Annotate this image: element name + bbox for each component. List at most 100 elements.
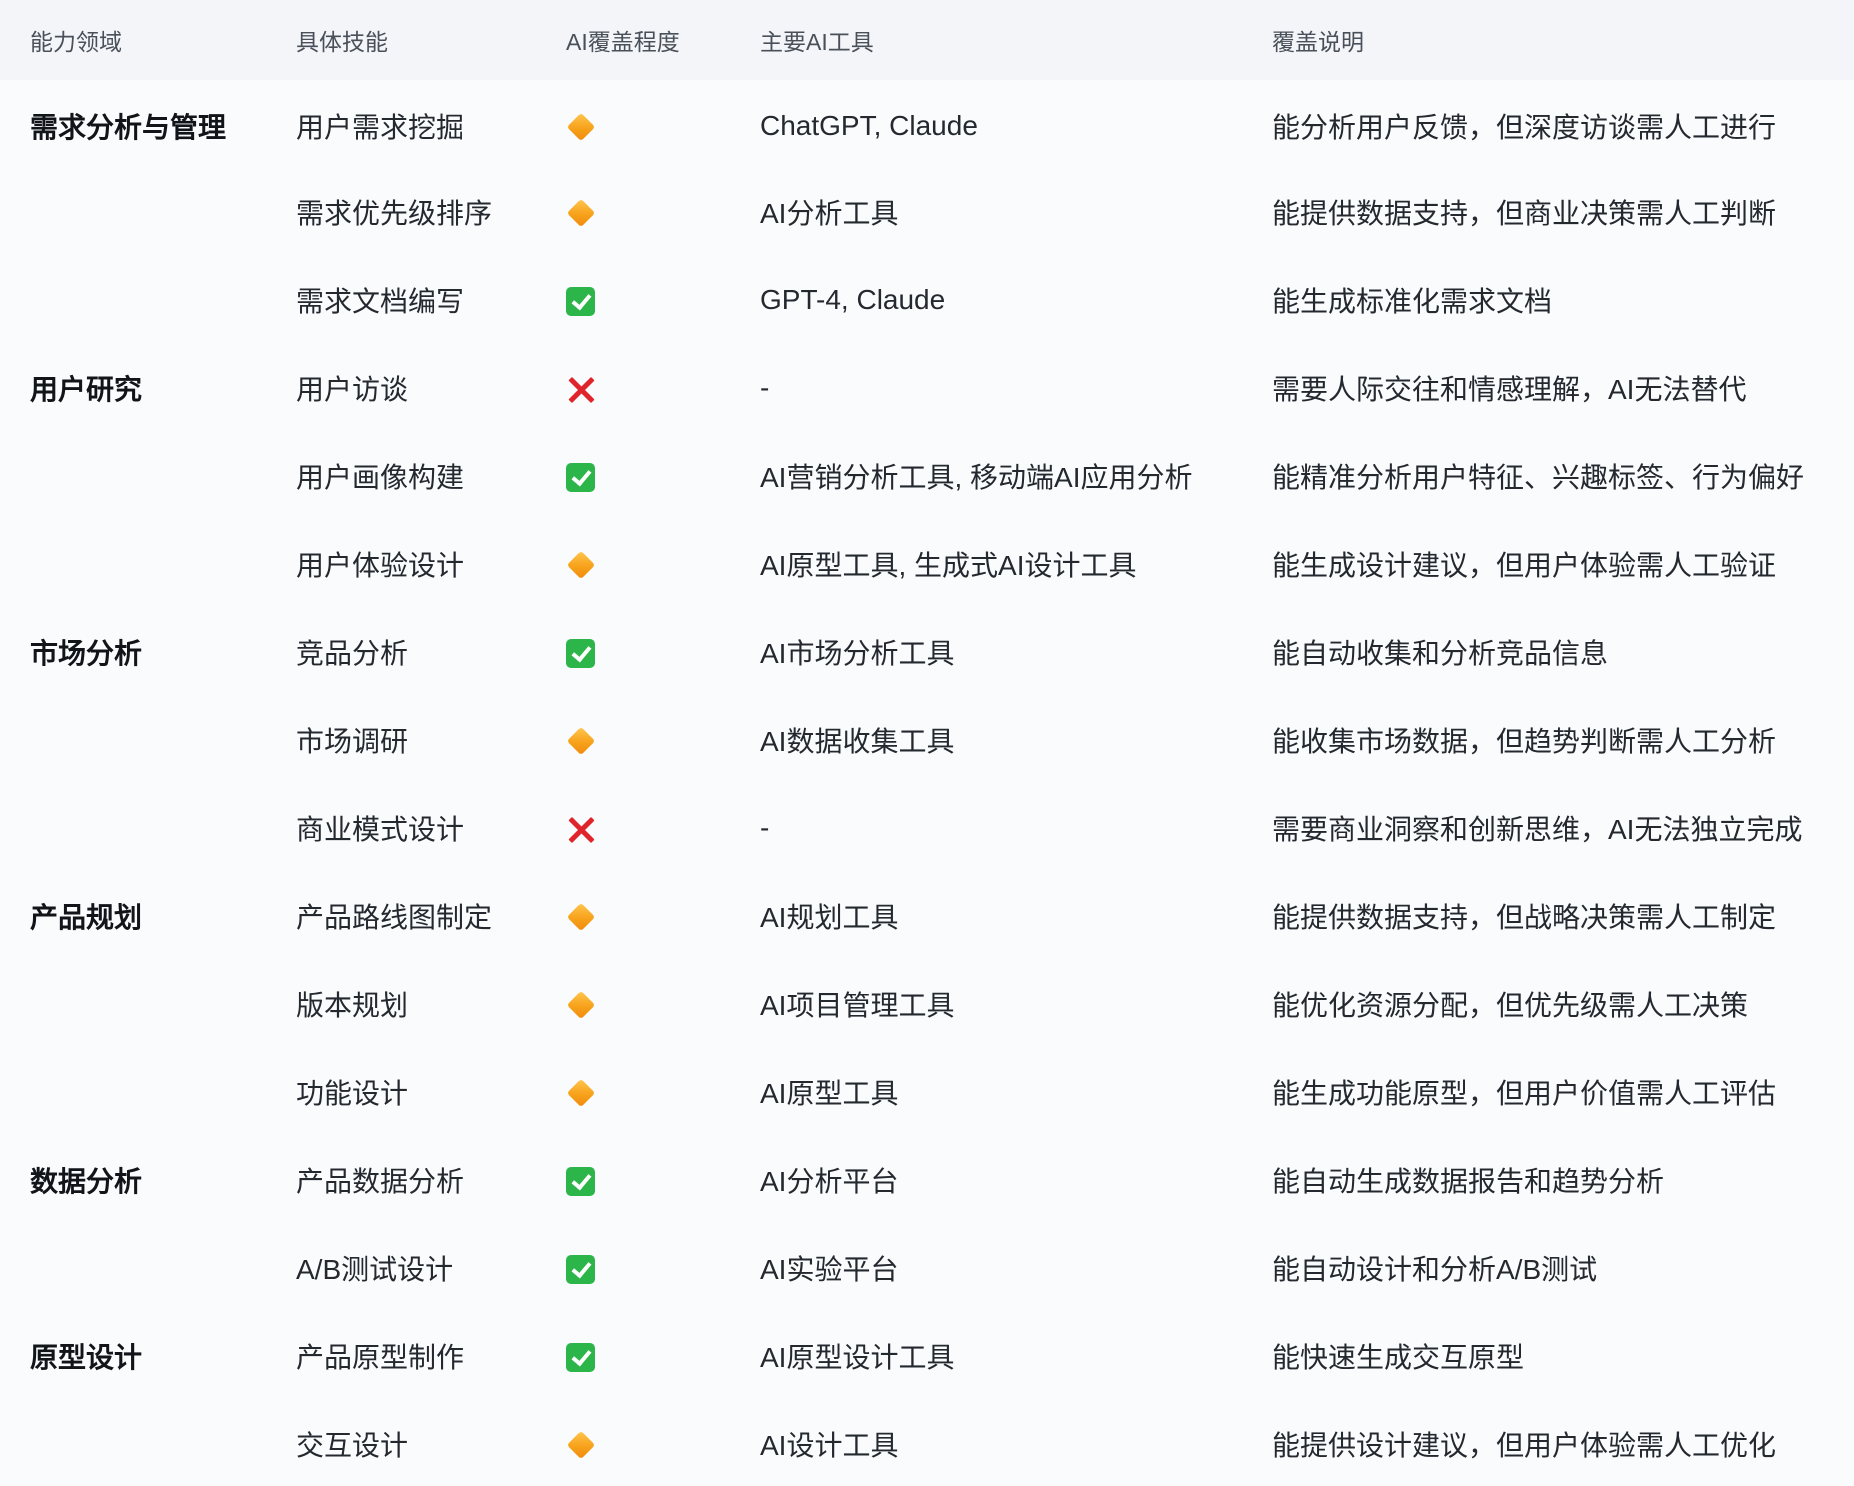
cell-tools: AI市场分析工具: [760, 638, 955, 669]
table-row: 用户研究 用户访谈 - 需要人际交往和情感理解，AI无法替代: [0, 344, 1854, 432]
cell-note: 能精准分析用户特征、兴趣标签、行为偏好: [1272, 462, 1805, 493]
cell-note: 能提供数据支持，但商业决策需人工判断: [1272, 198, 1777, 229]
cell-skill: 需求文档编写: [296, 286, 465, 317]
table-row: 市场分析 竞品分析 AI市场分析工具 能自动收集和分析竞品信息: [0, 608, 1854, 696]
cell-area: [0, 432, 296, 520]
cell-tools: AI规划工具: [760, 902, 899, 933]
cell-tools: AI营销分析工具, 移动端AI应用分析: [760, 462, 1193, 493]
cell-tools: AI项目管理工具: [760, 990, 955, 1021]
cell-area: 市场分析: [30, 638, 143, 669]
cell-tools: AI原型工具: [760, 1078, 899, 1109]
orange-diamond-icon: [566, 198, 596, 228]
cell-area: 用户研究: [30, 374, 143, 405]
cell-coverage: [564, 520, 760, 608]
orange-diamond-icon: [566, 550, 596, 580]
cell-coverage: [564, 256, 760, 344]
cell-tools: AI数据收集工具: [760, 726, 955, 757]
cell-area: [0, 1400, 296, 1486]
cell-note: 需要人际交往和情感理解，AI无法替代: [1272, 374, 1747, 405]
table-row: A/B测试设计 AI实验平台 能自动设计和分析A/B测试: [0, 1224, 1854, 1312]
cell-coverage: [564, 344, 760, 432]
cell-note: 能生成功能原型，但用户价值需人工评估: [1272, 1078, 1777, 1109]
cell-tools: ChatGPT, Claude: [760, 110, 978, 141]
orange-diamond-icon: [566, 112, 596, 142]
cell-coverage: [564, 168, 760, 256]
cell-coverage: [564, 1312, 760, 1400]
cell-skill: 市场调研: [296, 726, 409, 757]
green-check-icon: [566, 639, 595, 669]
orange-diamond-icon: [566, 1430, 596, 1460]
cell-area: 数据分析: [30, 1166, 143, 1197]
cell-coverage: [564, 784, 760, 872]
cell-coverage: [564, 432, 760, 520]
cell-note: 能自动生成数据报告和趋势分析: [1272, 1166, 1665, 1197]
header-area: 能力领域: [30, 29, 122, 55]
cell-area: 需求分析与管理: [30, 112, 227, 143]
cell-skill: 功能设计: [296, 1078, 409, 1109]
cell-area: [0, 696, 296, 784]
cell-note: 能提供数据支持，但战略决策需人工制定: [1272, 902, 1777, 933]
cell-coverage: [564, 696, 760, 784]
table-row: 交互设计 AI设计工具 能提供设计建议，但用户体验需人工优化: [0, 1400, 1854, 1486]
cell-skill: 用户体验设计: [296, 550, 465, 581]
cell-tools: AI分析工具: [760, 198, 899, 229]
green-check-icon: [566, 1343, 595, 1373]
cell-note: 能收集市场数据，但趋势判断需人工分析: [1272, 726, 1777, 757]
cell-skill: 用户画像构建: [296, 462, 465, 493]
table-row: 用户体验设计 AI原型工具, 生成式AI设计工具 能生成设计建议，但用户体验需人工验…: [0, 520, 1854, 608]
cell-area: [0, 784, 296, 872]
table-row: 产品规划 产品路线图制定 AI规划工具 能提供数据支持，但战略决策需人工制定: [0, 872, 1854, 960]
table-row: 版本规划 AI项目管理工具 能优化资源分配，但优先级需人工决策: [0, 960, 1854, 1048]
cell-tools: AI原型设计工具: [760, 1342, 955, 1373]
cell-skill: 需求优先级排序: [296, 198, 493, 229]
orange-diamond-icon: [566, 990, 596, 1020]
table-row: 数据分析 产品数据分析 AI分析平台 能自动生成数据报告和趋势分析: [0, 1136, 1854, 1224]
table-row: 需求优先级排序 AI分析工具 能提供数据支持，但商业决策需人工判断: [0, 168, 1854, 256]
cell-coverage: [564, 80, 760, 168]
cell-note: 能优化资源分配，但优先级需人工决策: [1272, 990, 1749, 1021]
cell-tools: -: [760, 812, 770, 843]
table-row: 原型设计 产品原型制作 AI原型设计工具 能快速生成交互原型: [0, 1312, 1854, 1400]
cell-area: [0, 168, 296, 256]
green-check-icon: [566, 1167, 595, 1197]
orange-diamond-icon: [566, 902, 596, 932]
header-row: 能力领域 具体技能 AI覆盖程度 主要AI工具 覆盖说明: [0, 0, 1854, 80]
orange-diamond-icon: [566, 1078, 596, 1108]
cell-tools: -: [760, 372, 770, 403]
table-header: 能力领域 具体技能 AI覆盖程度 主要AI工具 覆盖说明: [0, 0, 1854, 80]
cell-coverage: [564, 608, 760, 696]
cell-area: [0, 1048, 296, 1136]
cell-note: 能提供设计建议，但用户体验需人工优化: [1272, 1430, 1777, 1461]
cell-note: 需要商业洞察和创新思维，AI无法独立完成: [1272, 814, 1803, 845]
cell-note: 能自动收集和分析竞品信息: [1272, 638, 1609, 669]
cell-tools: GPT-4, Claude: [760, 284, 946, 315]
green-check-icon: [566, 1255, 595, 1285]
green-check-icon: [566, 287, 595, 317]
cell-coverage: [564, 1224, 760, 1312]
cell-skill: 用户需求挖掘: [296, 112, 465, 143]
cell-area: 产品规划: [30, 902, 143, 933]
cell-note: 能自动设计和分析A/B测试: [1272, 1254, 1598, 1285]
cell-skill: 产品数据分析: [296, 1166, 465, 1197]
cell-coverage: [564, 872, 760, 960]
cell-skill: 商业模式设计: [296, 814, 465, 845]
cell-skill: 交互设计: [296, 1430, 409, 1461]
cell-coverage: [564, 1048, 760, 1136]
cell-note: 能生成标准化需求文档: [1272, 286, 1553, 317]
cell-note: 能分析用户反馈，但深度访谈需人工进行: [1272, 112, 1777, 143]
table-row: 需求分析与管理 用户需求挖掘 ChatGPT, Claude 能分析用户反馈，但深度访…: [0, 80, 1854, 168]
cell-tools: AI设计工具: [760, 1430, 899, 1461]
header-skill: 具体技能: [296, 29, 388, 55]
cell-coverage: [564, 1400, 760, 1486]
red-cross-icon: [566, 814, 596, 844]
header-note: 覆盖说明: [1272, 29, 1364, 55]
table-body: 需求分析与管理 用户需求挖掘 ChatGPT, Claude 能分析用户反馈，但深度访…: [0, 80, 1854, 1486]
table-row: 用户画像构建 AI营销分析工具, 移动端AI应用分析 能精准分析用户特征、兴趣标签、…: [0, 432, 1854, 520]
cell-area: [0, 520, 296, 608]
table-row: 需求文档编写 GPT-4, Claude 能生成标准化需求文档: [0, 256, 1854, 344]
cell-skill: 版本规划: [296, 990, 409, 1021]
header-coverage: AI覆盖程度: [566, 29, 680, 55]
cell-note: 能生成设计建议，但用户体验需人工验证: [1272, 550, 1777, 581]
cell-note: 能快速生成交互原型: [1272, 1342, 1525, 1373]
cell-skill: 用户访谈: [296, 374, 409, 405]
